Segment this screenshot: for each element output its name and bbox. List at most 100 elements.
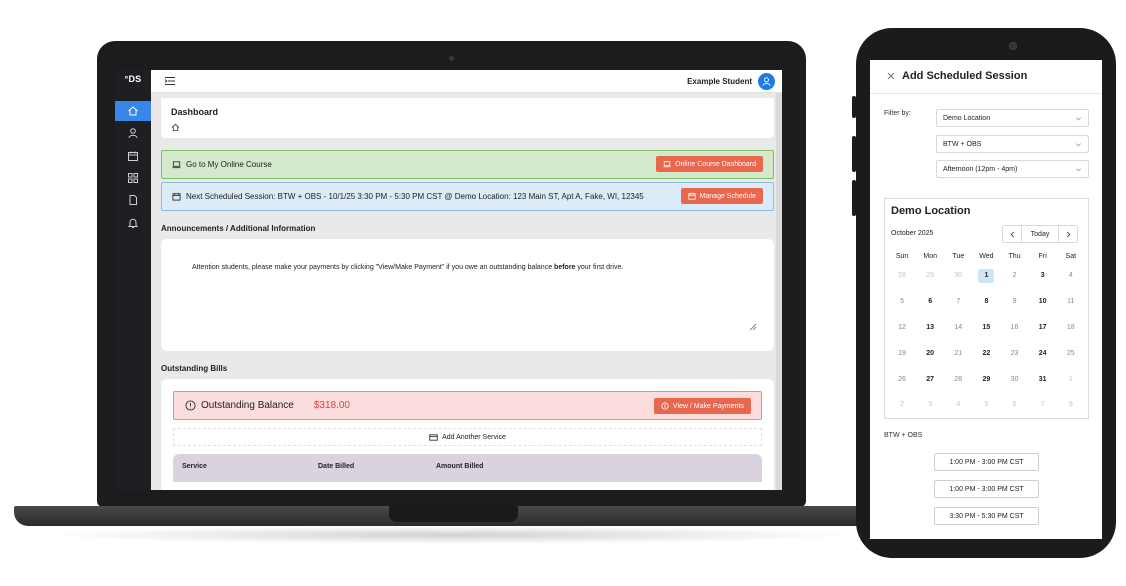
page-scrollbar[interactable] xyxy=(776,93,782,490)
calendar-nav: Today xyxy=(1002,225,1078,243)
service-select[interactable]: BTW + OBS xyxy=(936,135,1089,153)
selected-day[interactable]: 1 xyxy=(978,268,995,283)
online-course-label: Go to My Online Course xyxy=(186,160,272,169)
view-make-payments-button[interactable]: View / Make Payments xyxy=(653,398,751,414)
calendar-grid: Sun Mon Tue Wed Thu Fri Sat 28 29 30 1 2 3 4 5 6… xyxy=(888,249,1085,418)
calendar-week-row: 5 6 7 8 9 10 11 xyxy=(888,289,1085,315)
calendar-day[interactable]: 2 xyxy=(888,401,916,408)
grid-icon xyxy=(128,173,138,183)
calendar-day[interactable]: 17 xyxy=(1029,324,1057,331)
calendar-week-row: 28 29 30 1 2 3 4 xyxy=(888,263,1085,289)
time-select[interactable]: Afternoon (12pm - 4pm) xyxy=(936,160,1089,178)
calendar-day[interactable]: 4 xyxy=(1057,272,1085,279)
calendar-icon xyxy=(687,192,696,200)
time-slot-button[interactable]: 1:00 PM - 3:00 PM CST xyxy=(934,480,1039,498)
calendar-day[interactable]: 2 xyxy=(1001,272,1029,279)
breadcrumb-home-icon[interactable] xyxy=(171,123,180,132)
calendar-day[interactable]: 13 xyxy=(916,324,944,331)
next-month-button[interactable] xyxy=(1059,226,1077,242)
calendar-day[interactable]: 9 xyxy=(1001,298,1029,305)
location-select[interactable]: Demo Location xyxy=(936,109,1089,127)
menu-toggle-icon[interactable] xyxy=(164,75,176,87)
calendar-day[interactable]: 21 xyxy=(944,350,972,357)
calendar-day[interactable]: 29 xyxy=(972,376,1000,383)
calendar-day[interactable]: 31 xyxy=(1029,376,1057,383)
balance-amount: $318.00 xyxy=(313,400,350,411)
location-select-value: Demo Location xyxy=(943,114,991,122)
calendar-day[interactable]: 11 xyxy=(1057,298,1085,305)
calendar-day[interactable]: 12 xyxy=(888,324,916,331)
calendar-day[interactable]: 16 xyxy=(1001,324,1029,331)
app-logo[interactable]: °DS xyxy=(115,74,151,84)
time-slot-button[interactable]: 3:30 PM - 5:30 PM CST xyxy=(934,507,1039,525)
prev-month-button[interactable] xyxy=(1003,226,1021,242)
calendar-week-row: 19 20 21 22 23 24 25 xyxy=(888,340,1085,366)
weekday-label: Tue xyxy=(952,252,965,260)
calendar-day[interactable]: 14 xyxy=(944,324,972,331)
laptop-icon xyxy=(172,161,181,169)
user-avatar[interactable] xyxy=(758,73,775,90)
manage-schedule-button[interactable]: Manage Schedule xyxy=(680,188,763,204)
resize-handle-icon[interactable] xyxy=(749,323,757,331)
calendar-day[interactable]: 7 xyxy=(944,298,972,305)
add-another-service-label: Add Another Service xyxy=(442,433,506,441)
calendar-icon xyxy=(172,192,181,201)
calendar-day[interactable]: 18 xyxy=(1057,324,1085,331)
calendar-day[interactable]: 8 xyxy=(1057,401,1085,408)
outstanding-balance-row: Outstanding Balance $318.00 View / Make … xyxy=(173,391,762,420)
calendar-day[interactable]: 15 xyxy=(972,324,1000,331)
sidebar-item-calendar[interactable] xyxy=(115,146,151,166)
calendar-day[interactable]: 25 xyxy=(1057,350,1085,357)
today-button[interactable]: Today xyxy=(1021,226,1059,242)
document-icon xyxy=(129,195,137,205)
calendar-day[interactable]: 4 xyxy=(944,401,972,408)
online-course-dashboard-button[interactable]: Online Course Dashboard xyxy=(656,156,763,172)
calendar-day[interactable]: 5 xyxy=(972,401,1000,408)
weekday-label: Wed xyxy=(979,252,994,260)
calendar-day[interactable]: 27 xyxy=(916,376,944,383)
user-name[interactable]: Example Student xyxy=(687,77,752,86)
calendar-day[interactable]: 1 xyxy=(972,268,1000,283)
calendar-day[interactable]: 8 xyxy=(972,298,1000,305)
calendar-day[interactable]: 28 xyxy=(944,376,972,383)
calendar-day[interactable]: 29 xyxy=(916,272,944,279)
weekday-label: Fri xyxy=(1038,252,1047,260)
calendar-day[interactable]: 23 xyxy=(1001,350,1029,357)
time-select-value: Afternoon (12pm - 4pm) xyxy=(943,165,1018,173)
calendar-day[interactable]: 26 xyxy=(888,376,916,383)
next-session-label: Next Scheduled Session: BTW + OBS - 10/1… xyxy=(186,192,644,201)
page-header: Dashboard xyxy=(161,98,774,138)
calendar-day[interactable]: 30 xyxy=(1001,376,1029,383)
weekday-label: Sat xyxy=(1065,252,1077,260)
calendar-day[interactable]: 19 xyxy=(888,350,916,357)
calendar-day[interactable]: 7 xyxy=(1029,401,1057,408)
laptop-icon xyxy=(663,161,671,168)
chevron-left-icon xyxy=(1010,231,1014,237)
time-slot-button[interactable]: 1:00 PM - 3:00 PM CST xyxy=(934,453,1039,471)
sidebar-item-notifications[interactable] xyxy=(115,213,151,233)
calendar-day[interactable]: 6 xyxy=(916,298,944,305)
calendar-day[interactable]: 1 xyxy=(1057,376,1085,383)
manage-schedule-label: Manage Schedule xyxy=(699,192,756,200)
sidebar-item-apps[interactable] xyxy=(115,168,151,188)
calendar-day[interactable]: 3 xyxy=(1029,272,1057,279)
chevron-down-icon xyxy=(1076,117,1081,121)
add-another-service-button[interactable]: Add Another Service xyxy=(173,428,762,446)
calendar-day[interactable]: 28 xyxy=(888,272,916,279)
calendar-day[interactable]: 20 xyxy=(916,350,944,357)
column-service: Service xyxy=(182,463,207,470)
sidebar-item-profile[interactable] xyxy=(115,123,151,143)
calendar-day[interactable]: 30 xyxy=(944,272,972,279)
calendar-day[interactable]: 10 xyxy=(1029,298,1057,305)
calendar-day[interactable]: 3 xyxy=(916,401,944,408)
calendar-day[interactable]: 24 xyxy=(1029,350,1057,357)
main-content: Dashboard Go to My Online Course Online … xyxy=(161,93,774,490)
calendar-day[interactable]: 6 xyxy=(1001,401,1029,408)
calendar-day[interactable]: 5 xyxy=(888,298,916,305)
announcements-textarea[interactable]: Attention students, please make your pay… xyxy=(161,239,774,351)
close-icon[interactable] xyxy=(887,72,895,80)
balance-label: Outstanding Balance xyxy=(201,400,294,411)
calendar-day[interactable]: 22 xyxy=(972,350,1000,357)
sidebar-item-home[interactable] xyxy=(115,101,151,121)
sidebar-item-documents[interactable] xyxy=(115,190,151,210)
